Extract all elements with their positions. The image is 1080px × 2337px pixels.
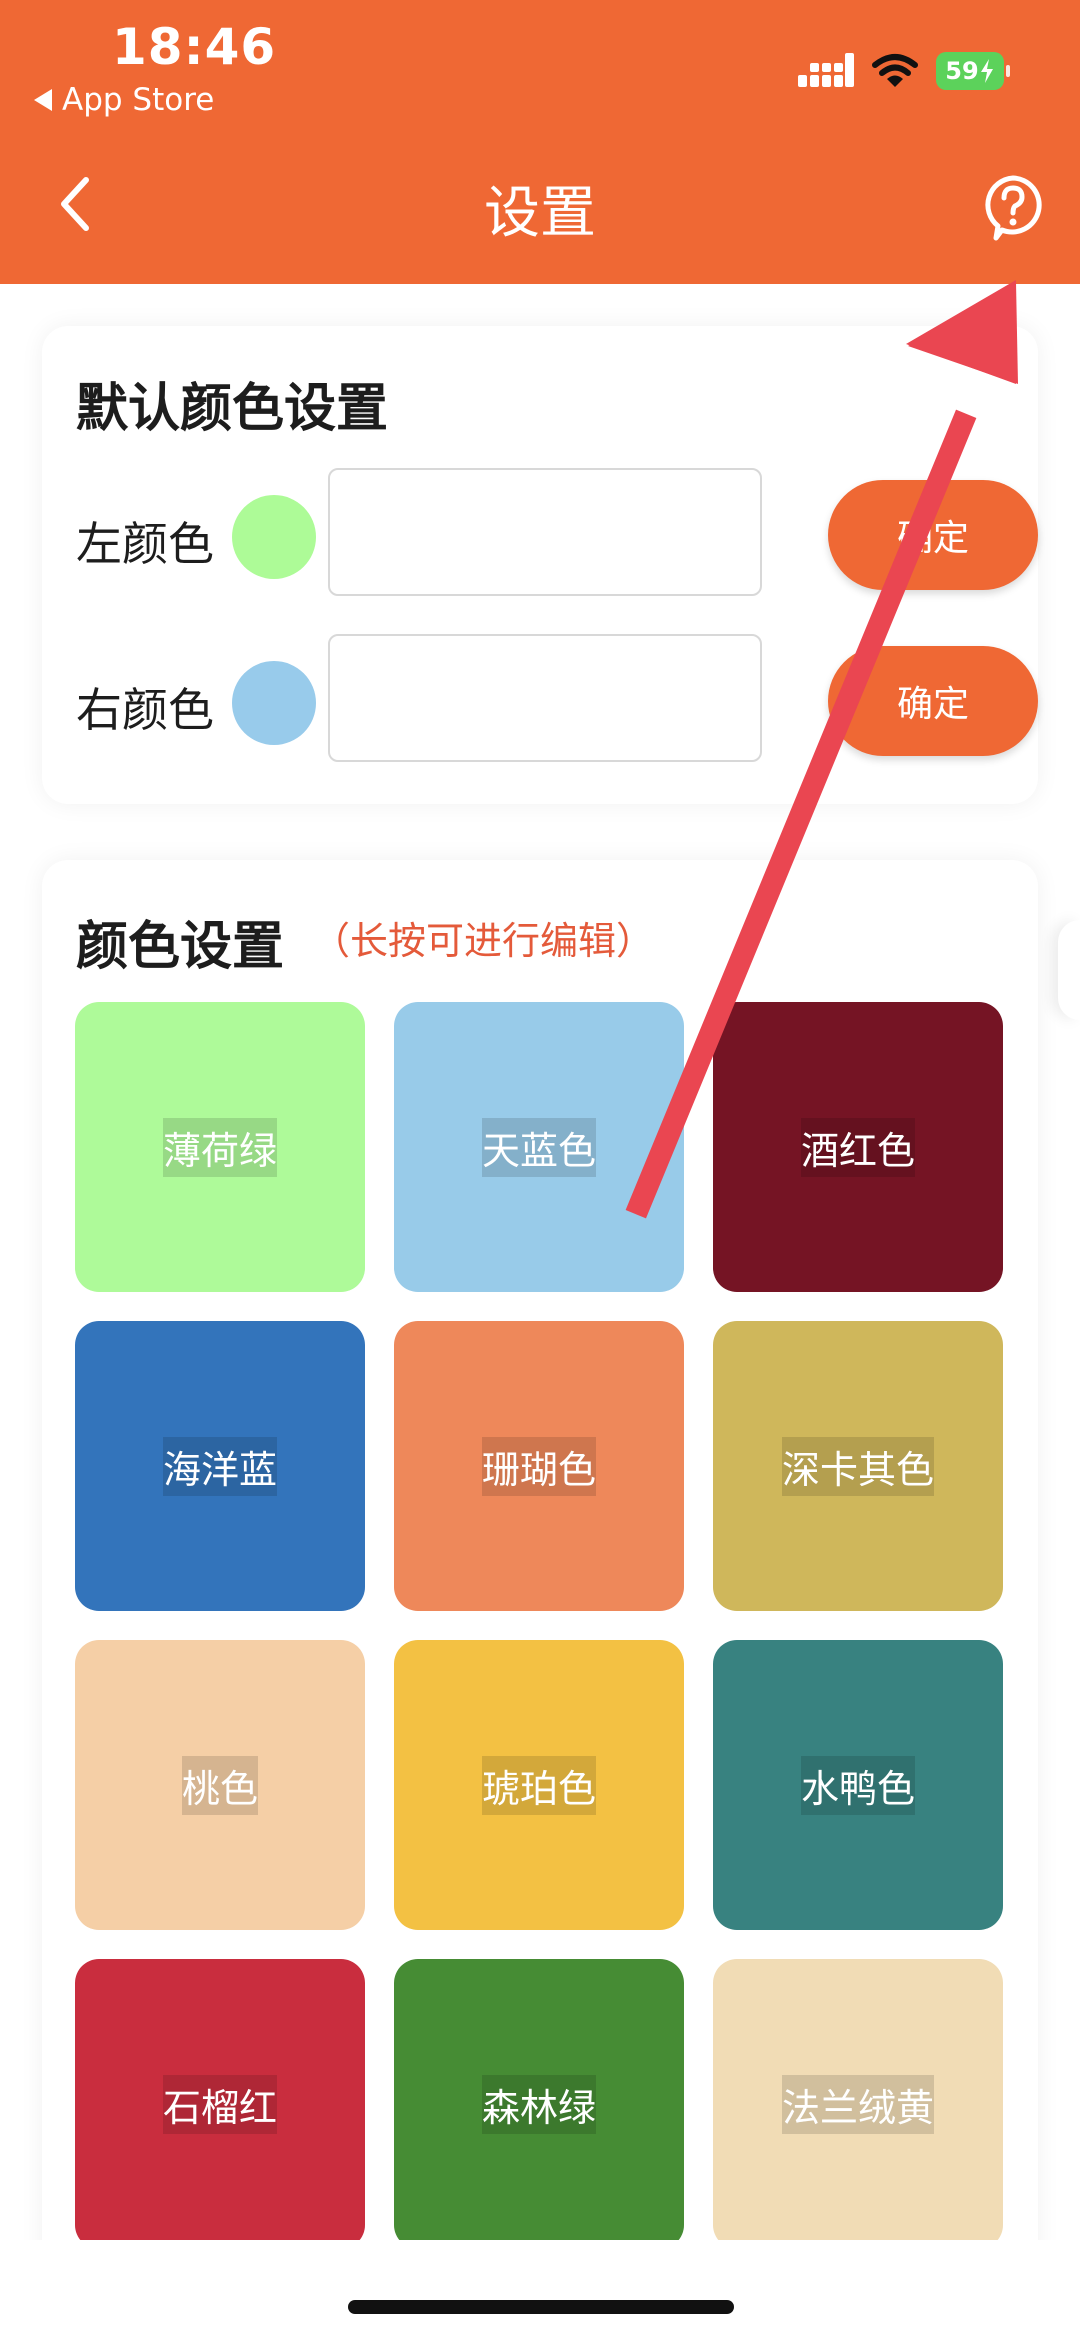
page-title: 设置 <box>484 181 596 246</box>
back-triangle-icon <box>34 89 52 111</box>
color-tile-label: 酒红色 <box>800 1117 915 1177</box>
color-tile[interactable]: 桃色 <box>75 1640 365 1930</box>
color-tile-label: 森林绿 <box>481 2074 596 2134</box>
color-tile[interactable]: 天蓝色 <box>394 1002 684 1292</box>
floating-edge-tab[interactable] <box>1058 920 1080 1020</box>
color-tile[interactable]: 水鸭色 <box>713 1640 1003 1930</box>
color-tile[interactable]: 石榴红 <box>75 1959 365 2249</box>
status-indicators: 59 <box>798 52 1010 90</box>
color-tile-label: 天蓝色 <box>481 1117 596 1177</box>
default-color-card: 默认颜色设置 左颜色 确定 右颜色 确定 <box>42 326 1038 804</box>
home-indicator[interactable] <box>348 2300 734 2314</box>
battery-indicator: 59 <box>936 52 1010 90</box>
color-tile-label: 水鸭色 <box>800 1755 915 1815</box>
help-icon <box>985 175 1042 241</box>
app-header: 18:46 App Store 59 设置 <box>0 0 1080 284</box>
right-color-swatch[interactable] <box>232 661 316 745</box>
default-color-title: 默认颜色设置 <box>76 379 389 439</box>
color-tile-label: 桃色 <box>181 1755 258 1815</box>
color-tile[interactable]: 珊瑚色 <box>394 1321 684 1611</box>
left-confirm-button[interactable]: 确定 <box>828 480 1038 590</box>
color-tile-label: 琥珀色 <box>481 1755 596 1815</box>
color-tile-grid: 薄荷绿 天蓝色 酒红色 海洋蓝 珊瑚色 深卡其色 桃色 琥珀色 水鸭色 石榴红 … <box>75 1002 1005 2249</box>
color-tile-label: 珊瑚色 <box>481 1436 596 1496</box>
bottom-safe-area <box>0 2240 1080 2337</box>
status-time: 18:46 <box>112 18 277 76</box>
help-button[interactable] <box>978 172 1048 242</box>
color-tile-label: 海洋蓝 <box>162 1436 277 1496</box>
color-tile[interactable]: 森林绿 <box>394 1959 684 2249</box>
right-confirm-button[interactable]: 确定 <box>828 646 1038 756</box>
right-color-label: 右颜色 <box>76 683 214 737</box>
wifi-icon <box>872 54 918 87</box>
charging-bolt-icon <box>980 59 993 83</box>
left-color-row: 左颜色 确定 <box>76 468 1038 604</box>
left-color-input[interactable] <box>328 468 762 596</box>
color-tile[interactable]: 深卡其色 <box>713 1321 1003 1611</box>
status-back-label: App Store <box>62 82 215 118</box>
color-tile-label: 深卡其色 <box>781 1436 934 1496</box>
color-tile-label: 薄荷绿 <box>162 1117 277 1177</box>
color-tile[interactable]: 海洋蓝 <box>75 1321 365 1611</box>
color-settings-card: 颜色设置 （长按可进行编辑） 薄荷绿 天蓝色 酒红色 海洋蓝 珊瑚色 深卡其色 … <box>42 860 1038 2280</box>
signal-icon <box>798 53 854 87</box>
status-back-link[interactable]: App Store <box>34 82 214 118</box>
color-settings-title: 颜色设置 <box>76 917 285 977</box>
long-press-hint: （长按可进行编辑） <box>312 919 655 963</box>
battery-level: 59 <box>945 57 979 85</box>
left-color-label: 左颜色 <box>76 517 214 571</box>
color-tile-label: 石榴红 <box>162 2074 277 2134</box>
color-tile[interactable]: 薄荷绿 <box>75 1002 365 1292</box>
color-tile[interactable]: 法兰绒黄 <box>713 1959 1003 2249</box>
color-tile-label: 法兰绒黄 <box>781 2074 934 2134</box>
color-tile[interactable]: 琥珀色 <box>394 1640 684 1930</box>
color-tile[interactable]: 酒红色 <box>713 1002 1003 1292</box>
right-color-row: 右颜色 确定 <box>76 634 1038 770</box>
left-color-swatch[interactable] <box>232 495 316 579</box>
right-color-input[interactable] <box>328 634 762 762</box>
